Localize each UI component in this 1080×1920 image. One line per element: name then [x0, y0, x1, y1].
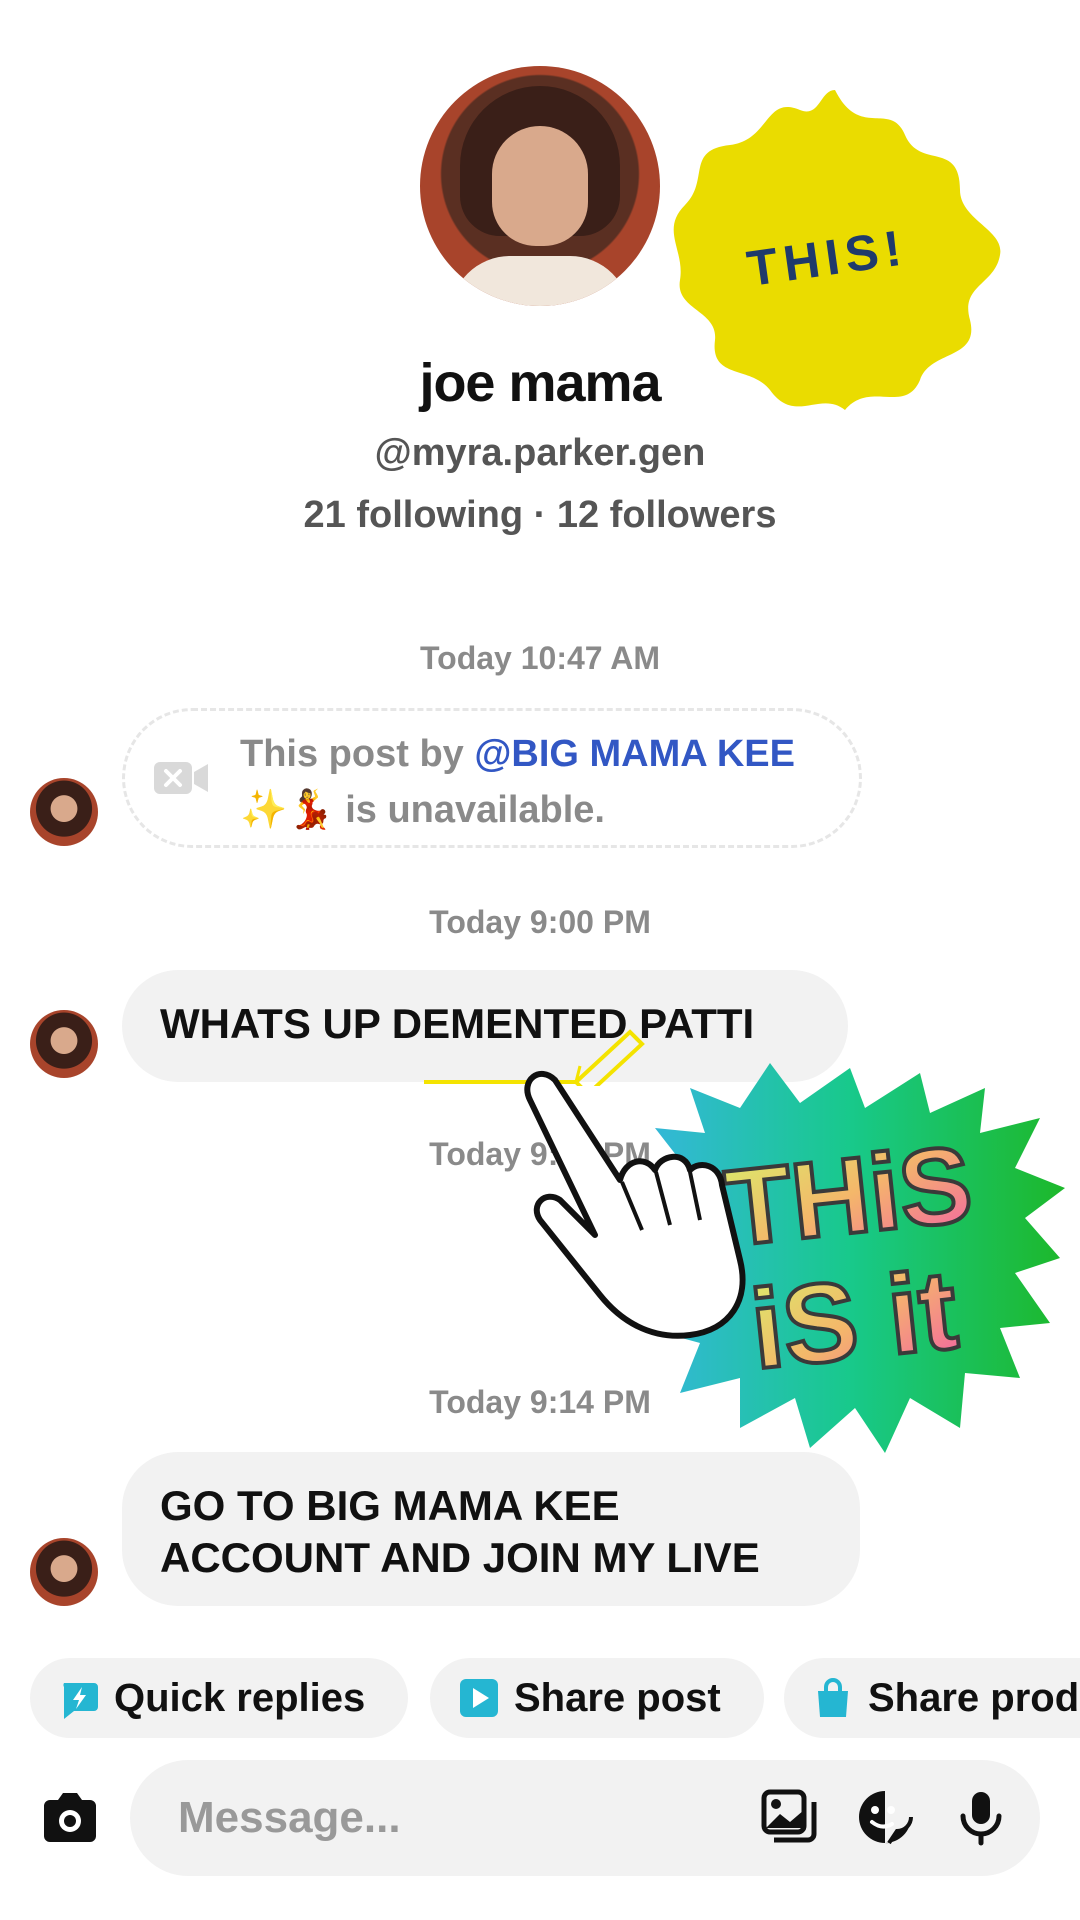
camera-icon[interactable]	[40, 1790, 100, 1846]
message-bubble[interactable]: GO TO BIG MAMA KEE ACCOUNT AND JOIN MY L…	[122, 1452, 860, 1606]
sender-avatar[interactable]	[30, 778, 98, 846]
play-icon	[460, 1679, 498, 1717]
chip-label: Share post	[514, 1675, 721, 1720]
follow-stats: 21 following · 12 followers	[303, 494, 777, 536]
share-post-chip[interactable]: Share post	[430, 1658, 764, 1738]
profile-handle[interactable]: @myra.parker.gen	[0, 432, 1080, 475]
unavailable-post-text: This post by @BIG MAMA KEE ✨💃 is unavaila…	[240, 733, 796, 831]
this-sticker: THIS!	[673, 90, 1001, 410]
video-off-icon	[154, 762, 208, 794]
pointing-hand-icon	[524, 1071, 746, 1339]
sender-avatar[interactable]	[30, 1010, 98, 1078]
chip-label: Share product	[868, 1675, 1080, 1720]
mention-link[interactable]: @BIG MAMA KEE	[474, 733, 795, 775]
timestamp: Today 9:14 PM	[429, 1384, 651, 1420]
sticker-icon[interactable]	[856, 1788, 914, 1846]
microphone-icon[interactable]	[952, 1788, 1010, 1846]
emoji: ✨💃	[240, 789, 335, 831]
timestamp: Today 9:00 PM	[429, 904, 651, 940]
shopping-bag-icon	[818, 1678, 848, 1717]
message-text: GO TO BIG MAMA KEE ACCOUNT AND JOIN MY L…	[160, 1482, 760, 1581]
share-product-chip[interactable]: Share product	[784, 1658, 1080, 1738]
gallery-icon[interactable]	[760, 1788, 818, 1846]
chip-label: Quick replies	[114, 1675, 366, 1720]
profile-avatar[interactable]	[420, 66, 660, 306]
quick-replies-chip[interactable]: Quick replies	[30, 1658, 408, 1738]
quick-reply-icon	[63, 1683, 98, 1719]
timestamp: Today 10:47 AM	[419, 640, 661, 676]
this-is-it-line2: iS it	[745, 1247, 962, 1393]
sender-avatar[interactable]	[30, 1538, 98, 1606]
